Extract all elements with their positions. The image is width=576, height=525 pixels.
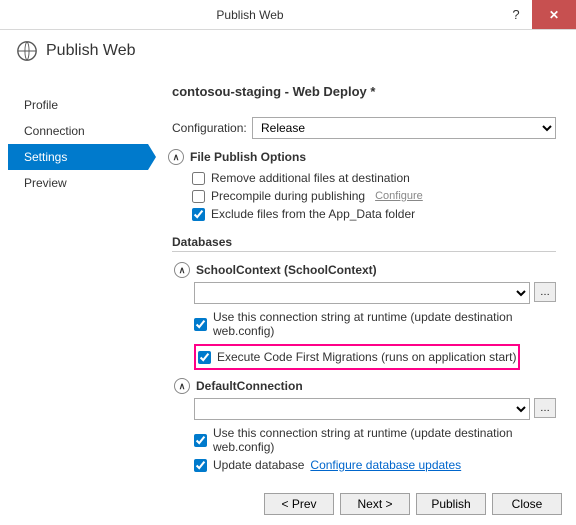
titlebar: Publish Web ? ✕ [0,0,576,30]
publish-button[interactable]: Publish [416,493,486,515]
precompile-label: Precompile during publishing [211,189,365,203]
remove-files-label: Remove additional files at destination [211,171,410,185]
sidebar-item-settings[interactable]: Settings [8,144,148,170]
chevron-up-icon[interactable]: ∧ [174,262,190,278]
profile-title: contosou-staging - Web Deploy * [172,84,556,99]
dialog-title: Publish Web [46,42,136,60]
db1-usecs-label: Use this connection string at runtime (u… [213,310,556,338]
chevron-up-icon[interactable]: ∧ [168,149,184,165]
db2-connection-string[interactable] [194,398,530,420]
precompile-checkbox[interactable] [192,190,205,203]
help-button[interactable]: ? [500,0,532,29]
precompile-configure-link[interactable]: Configure [375,190,423,202]
configure-db-updates-link[interactable]: Configure database updates [310,458,461,472]
db1-migrations-label: Execute Code First Migrations (runs on a… [217,350,516,364]
db2-usecs-checkbox[interactable] [194,434,207,447]
db1-migrations-checkbox[interactable] [198,351,211,364]
next-button[interactable]: Next > [340,493,410,515]
db2-update-checkbox[interactable] [194,459,207,472]
dialog-header: Publish Web [0,30,576,76]
exclude-appdata-label: Exclude files from the App_Data folder [211,207,415,221]
configuration-label: Configuration: [172,121,252,135]
main-panel: contosou-staging - Web Deploy * Configur… [148,76,568,478]
exclude-appdata-checkbox[interactable] [192,208,205,221]
chevron-up-icon[interactable]: ∧ [174,378,190,394]
sidebar-item-preview[interactable]: Preview [8,170,148,196]
footer-buttons: < Prev Next > Publish Close [264,493,562,515]
wizard-sidebar: Profile Connection Settings Preview [8,76,148,478]
divider [172,251,556,252]
close-window-button[interactable]: ✕ [532,0,576,29]
globe-icon [16,40,38,62]
db2-browse-button[interactable]: … [534,398,556,418]
db2-name: DefaultConnection [196,379,303,393]
sidebar-item-connection[interactable]: Connection [8,118,148,144]
db1-usecs-checkbox[interactable] [194,318,207,331]
remove-files-checkbox[interactable] [192,172,205,185]
configuration-select[interactable]: Release [252,117,556,139]
db1-connection-string[interactable] [194,282,530,304]
databases-header: Databases [172,235,556,249]
prev-button[interactable]: < Prev [264,493,334,515]
close-button[interactable]: Close [492,493,562,515]
db1-name: SchoolContext (SchoolContext) [196,263,377,277]
db1-browse-button[interactable]: … [534,282,556,302]
db2-update-label: Update database [213,458,304,472]
db2-usecs-label: Use this connection string at runtime (u… [213,426,556,454]
highlight-box: Execute Code First Migrations (runs on a… [194,344,520,370]
sidebar-item-profile[interactable]: Profile [8,92,148,118]
file-publish-header: File Publish Options [190,150,306,164]
window-title: Publish Web [0,8,500,22]
